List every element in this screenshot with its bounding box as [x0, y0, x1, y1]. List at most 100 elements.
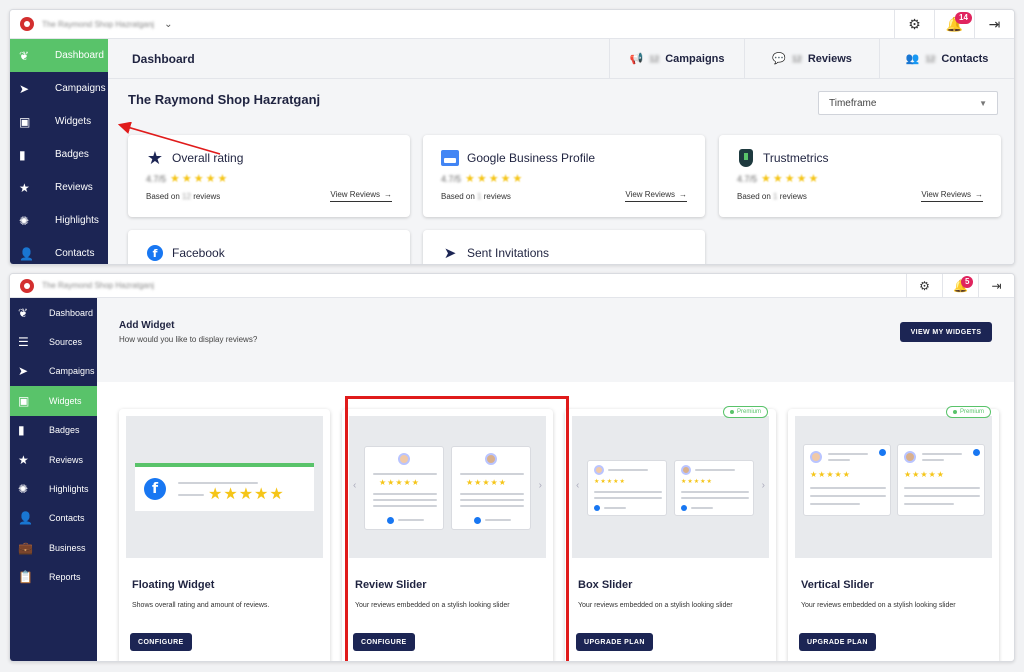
rating-stars: ★★★★★ — [904, 470, 945, 479]
reviews-stat[interactable]: 💬 12 Reviews — [744, 39, 879, 78]
stat-label: Reviews — [807, 52, 852, 65]
sidebar-item-reviews[interactable]: ★ Reviews — [10, 445, 97, 474]
sidebar-item-sources[interactable]: ☰ Sources — [10, 327, 97, 356]
logout-icon[interactable]: ⇥ — [978, 274, 1014, 297]
lightbulb-icon: ✺ — [19, 213, 30, 228]
upgrade-plan-button[interactable]: UPGRADE PLAN — [799, 633, 876, 651]
sidebar-item-widgets[interactable]: ▣ Widgets — [10, 386, 97, 416]
link-label: View Reviews — [921, 190, 971, 199]
sidebar-item-dashboard[interactable]: ❦ Dashboard — [10, 39, 108, 72]
sidebar-item-business[interactable]: 💼 Business — [10, 533, 97, 562]
sidebar-item-label: Campaigns — [49, 366, 95, 377]
sidebar-item-label: Reviews — [55, 182, 93, 193]
rating-stars: ★★★★★ — [810, 470, 851, 479]
facebook-icon: f — [144, 478, 166, 500]
page-title: Dashboard — [132, 51, 195, 66]
chevron-left-icon: ‹ — [576, 480, 580, 491]
sidebar-item-label: Highlights — [49, 484, 89, 495]
widget-description: Your reviews embedded on a stylish looki… — [801, 602, 956, 609]
sidebar-item-badges[interactable]: ▮ Badges — [10, 416, 97, 445]
briefcase-icon: 💼 — [18, 540, 33, 555]
rating-stars: ★★★★★ — [681, 479, 713, 485]
view-reviews-link[interactable]: View Reviews → — [330, 190, 392, 202]
card-title: Sent Invitations — [467, 246, 550, 260]
rating-stars: ★★★★★ — [594, 479, 626, 485]
top-bar: The Raymond Shop Hazratganj ⚙ 🔔 5 ⇥ — [10, 274, 1014, 298]
widget-card-box-slider[interactable]: ‹ › ★★★★★ ★★★★★ Premium Box Slider Your … — [565, 406, 776, 661]
sidebar-item-campaigns[interactable]: ➤ Campaigns — [10, 357, 97, 386]
sidebar-item-label: Business — [49, 542, 86, 553]
star-icon: ★ — [19, 180, 30, 195]
logo-icon: ❦ — [19, 48, 30, 63]
bell-icon[interactable]: 🔔 14 — [934, 10, 974, 38]
campaigns-stat[interactable]: 📢 12 Campaigns — [609, 39, 744, 78]
sidebar-item-highlights[interactable]: ✺ Highlights — [10, 474, 97, 503]
sidebar: ❦ Dashboard ☰ Sources ➤ Campaigns ▣ Widgets … — [10, 298, 97, 661]
card-title: Facebook — [172, 246, 225, 260]
bookmark-icon: ▮ — [18, 423, 25, 438]
review-count: 1 — [773, 192, 778, 201]
shop-switcher[interactable]: The Raymond Shop Hazratganj — [42, 20, 154, 29]
logo-icon: ❦ — [18, 305, 29, 320]
based-prefix: Based on — [441, 192, 475, 201]
report-icon: 📋 — [18, 570, 33, 585]
sidebar-item-contacts[interactable]: 👤 Contacts — [10, 504, 97, 533]
sidebar-item-reports[interactable]: 📋 Reports — [10, 563, 97, 592]
star-icon: ★ — [18, 452, 29, 467]
contacts-icon: 👤 — [19, 246, 34, 261]
sidebar-item-label: Reviews — [49, 454, 84, 465]
sidebar-item-label: Badges — [49, 425, 80, 436]
sidebar-item-label: Highlights — [55, 215, 99, 226]
bell-icon[interactable]: 🔔 5 — [942, 274, 978, 297]
sent-invitations-card: ➤ Sent Invitations — [423, 230, 705, 264]
top-bar: The Raymond Shop Hazratganj ⌄ ⚙ 🔔 14 ⇥ — [10, 10, 1014, 39]
sidebar-item-label: Dashboard — [55, 50, 104, 61]
timeframe-select[interactable]: Timeframe ▼ — [818, 91, 998, 115]
based-suffix: reviews — [779, 192, 807, 201]
rating-score: 4.7/5 — [441, 173, 462, 184]
logout-icon[interactable]: ⇥ — [974, 10, 1014, 38]
widget-card-floating[interactable]: f ★★★★★ Floating Widget Shows overall ra… — [119, 409, 330, 661]
configure-button[interactable]: CONFIGURE — [130, 633, 192, 651]
sidebar-item-campaigns[interactable]: ➤ Campaigns — [10, 72, 108, 105]
upgrade-plan-button[interactable]: UPGRADE PLAN — [576, 633, 653, 651]
sidebar-item-label: Campaigns — [55, 83, 106, 94]
trustmetrics-rating-card: Trustmetrics 4.7/5 ★★★★★ Based on 1 revie… — [719, 135, 1001, 217]
shop-heading: The Raymond Shop Hazratganj — [128, 92, 321, 107]
view-my-widgets-button[interactable]: VIEW MY WIDGETS — [900, 322, 992, 342]
sidebar-item-label: Contacts — [55, 248, 95, 259]
megaphone-icon: 📢 — [629, 53, 644, 65]
sidebar-item-label: Reports — [49, 572, 81, 583]
view-reviews-link[interactable]: View Reviews → — [625, 190, 687, 202]
trustmetrics-icon — [737, 149, 755, 167]
lightbulb-icon: ✺ — [18, 482, 29, 497]
based-suffix: reviews — [483, 192, 511, 201]
widget-description: Your reviews embedded on a stylish looki… — [578, 602, 733, 609]
sidebar-item-label: Sources — [49, 337, 83, 348]
widget-description: Shows overall rating and amount of revie… — [132, 602, 270, 609]
rating-score: 4.7/5 — [146, 173, 167, 184]
chevron-down-icon[interactable]: ⌄ — [164, 19, 172, 30]
widget-icon: ▣ — [19, 114, 31, 129]
premium-badge: Premium — [722, 406, 768, 418]
sidebar-item-dashboard[interactable]: ❦ Dashboard — [10, 298, 97, 327]
gear-icon[interactable]: ⚙ — [906, 274, 942, 297]
dashboard-screenshot: The Raymond Shop Hazratganj ⌄ ⚙ 🔔 14 ⇥ ❦ D… — [9, 9, 1015, 265]
widget-title: Box Slider — [578, 579, 633, 591]
floating-widget-preview: f ★★★★★ — [126, 416, 323, 558]
rating-stars: ★★★★★ — [465, 173, 525, 185]
widget-card-vertical-slider[interactable]: ★★★★★ ★★★★★ Premium Vertical Slider Your… — [788, 406, 999, 661]
sidebar-item-widgets[interactable]: ▣ Widgets — [10, 105, 108, 138]
sidebar-item-contacts[interactable]: 👤 Contacts — [10, 237, 108, 264]
gear-icon[interactable]: ⚙ — [894, 10, 934, 38]
send-icon: ➤ — [19, 81, 30, 96]
shop-switcher[interactable]: The Raymond Shop Hazratganj — [42, 281, 154, 290]
sidebar-item-highlights[interactable]: ✺ Highlights — [10, 204, 108, 237]
view-reviews-link[interactable]: View Reviews → — [921, 190, 983, 202]
contacts-stat[interactable]: 👥 12 Contacts — [879, 39, 1014, 78]
rating-stars: ★★★★★ — [170, 173, 230, 185]
sidebar-item-badges[interactable]: ▮ Badges — [10, 138, 108, 171]
sidebar-item-label: Widgets — [55, 116, 92, 127]
sidebar-item-reviews[interactable]: ★ Reviews — [10, 171, 108, 204]
google-business-icon — [441, 149, 459, 167]
